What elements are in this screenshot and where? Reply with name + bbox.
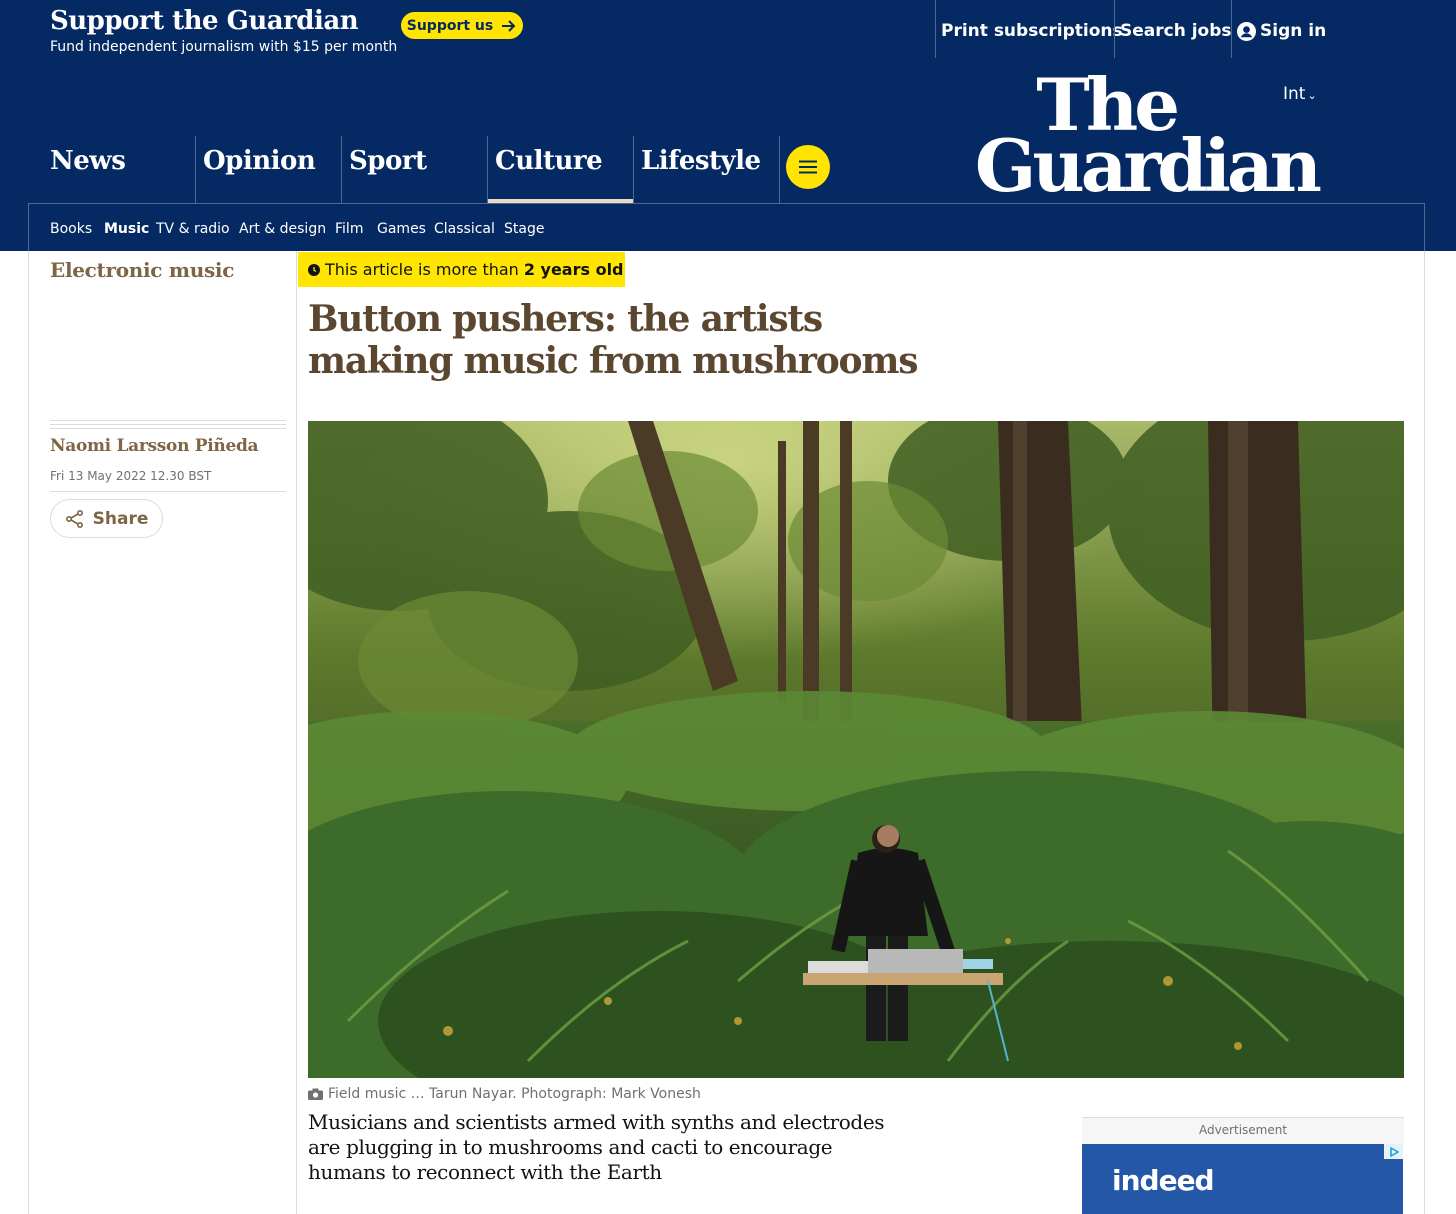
user-icon (1237, 22, 1256, 41)
support-us-button[interactable]: Support us (401, 12, 523, 39)
sign-in-link[interactable]: Sign in (1231, 0, 1326, 58)
subnav-art-design[interactable]: Art & design (239, 221, 326, 237)
support-bar: Support the Guardian Fund independent jo… (0, 0, 1456, 68)
subnav-classical[interactable]: Classical (434, 221, 495, 237)
hamburger-icon (799, 160, 817, 174)
play-triangle-icon (1389, 1146, 1399, 1157)
support-title: Support the Guardian (50, 6, 359, 36)
subnav-books[interactable]: Books (50, 221, 92, 237)
adchoices-icon[interactable] (1384, 1144, 1403, 1159)
share-label: Share (92, 508, 149, 529)
arrow-right-icon (502, 19, 516, 32)
pillar-news[interactable]: News (43, 136, 195, 203)
age-value: 2 years old (523, 260, 624, 279)
share-icon (65, 509, 83, 528)
article-age-badge: This article is more than 2 years old (298, 252, 625, 287)
camera-icon (308, 1088, 323, 1100)
headline: Button pushers: the artists making music… (308, 298, 919, 382)
pillar-lifestyle[interactable]: Lifestyle (633, 136, 779, 203)
menu-button[interactable] (786, 145, 830, 189)
pillar-sport[interactable]: Sport (341, 136, 487, 203)
advertisement-label: Advertisement (1082, 1117, 1404, 1144)
masthead: Int ⌄ The Guardian News Opinion Sport Cul… (0, 68, 1456, 251)
subnav-stage[interactable]: Stage (504, 221, 544, 237)
search-jobs-link[interactable]: Search jobs (1114, 0, 1232, 58)
subnav-tv-radio[interactable]: TV & radio (156, 221, 230, 237)
meta-rules (50, 420, 286, 432)
subnav-games[interactable]: Games (377, 221, 426, 237)
left-column-divider (296, 251, 297, 1214)
support-us-label: Support us (406, 17, 494, 34)
pillar-divider (779, 136, 780, 203)
image-caption: Field music … Tarun Nayar. Photograph: M… (308, 1086, 701, 1102)
meta-divider (50, 491, 286, 492)
subnav-music[interactable]: Music (104, 221, 149, 237)
sign-in-label: Sign in (1260, 21, 1327, 41)
logo-line-2: Guardian (974, 123, 1322, 208)
guardian-logo[interactable]: The Guardian (966, 69, 1322, 208)
share-button[interactable]: Share (50, 499, 163, 538)
caption-text: Field music … Tarun Nayar. Photograph: M… (328, 1086, 701, 1102)
section-label[interactable]: Electronic music (50, 258, 234, 282)
print-subscriptions-link[interactable]: Print subscriptions (935, 0, 1123, 58)
culture-subnav: Books Music TV & radio Art & design Film… (28, 203, 1425, 251)
clock-icon (308, 263, 320, 276)
support-subtitle: Fund independent journalism with $15 per… (50, 39, 398, 55)
subnav-film[interactable]: Film (335, 221, 363, 237)
publish-date: Fri 13 May 2022 12.30 BST (50, 469, 212, 483)
pillar-opinion[interactable]: Opinion (195, 136, 341, 203)
advertisement-banner[interactable]: indeed (1082, 1144, 1403, 1214)
pillar-culture[interactable]: Culture (487, 136, 633, 203)
frame-right-border (1424, 251, 1425, 1214)
standfirst: Musicians and scientists armed with synt… (308, 1110, 885, 1184)
author-byline[interactable]: Naomi Larsson Piñeda (50, 436, 259, 456)
age-prefix: This article is more than (325, 260, 519, 279)
forest-photo (308, 421, 1404, 1078)
ad-brand-logo: indeed (1112, 1164, 1215, 1197)
frame-left-border (28, 251, 29, 1214)
hero-image[interactable] (308, 421, 1404, 1078)
